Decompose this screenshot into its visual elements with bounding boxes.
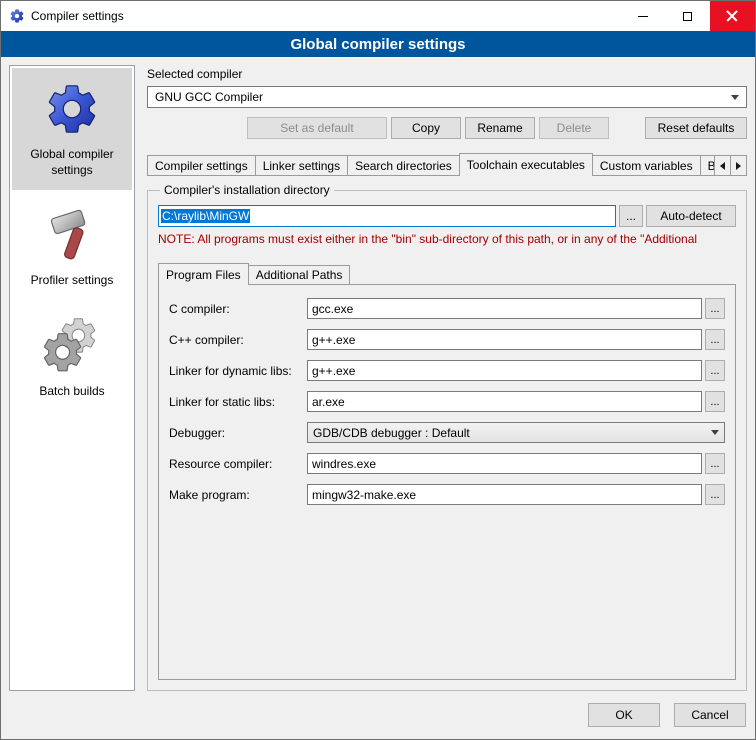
main-panel: Selected compiler GNU GCC Compiler Set a… — [147, 65, 747, 691]
cpp-compiler-input[interactable]: g++.exe — [307, 329, 702, 350]
dynamic-linker-label: Linker for dynamic libs: — [169, 364, 307, 378]
cpp-compiler-value: g++.exe — [312, 333, 355, 347]
form-row: Linker for dynamic libs: g++.exe ... — [169, 360, 725, 381]
blue-gear-icon — [43, 80, 101, 138]
ok-button[interactable]: OK — [588, 703, 660, 727]
c-compiler-value: gcc.exe — [312, 302, 353, 316]
tab-custom-variables[interactable]: Custom variables — [592, 155, 701, 175]
chevron-down-icon — [731, 95, 739, 100]
autodetect-button[interactable]: Auto-detect — [646, 205, 736, 227]
arrow-right-icon — [736, 162, 741, 170]
groupbox-title: Compiler's installation directory — [160, 183, 334, 197]
sidebar-item-label: Batch builds — [39, 384, 104, 400]
dialog-footer: OK Cancel — [1, 699, 755, 739]
dynamic-linker-browse-button[interactable]: ... — [705, 360, 725, 381]
settings-tabbar: Compiler settings Linker settings Search… — [147, 153, 747, 176]
sidebar-item-batch-builds[interactable]: Batch builds — [12, 305, 132, 412]
app-icon — [9, 8, 25, 24]
tab-linker-settings[interactable]: Linker settings — [255, 155, 348, 175]
form-row: C++ compiler: g++.exe ... — [169, 329, 725, 350]
tab-additional-paths[interactable]: Additional Paths — [248, 265, 351, 284]
install-dir-browse-button[interactable]: ... — [619, 205, 643, 227]
gray-gears-icon — [43, 317, 101, 375]
hammer-tool-icon — [43, 206, 101, 264]
static-linker-label: Linker for static libs: — [169, 395, 307, 409]
make-program-input[interactable]: mingw32-make.exe — [307, 484, 702, 505]
static-linker-value: ar.exe — [312, 395, 345, 409]
tab-scroll-right-button[interactable] — [730, 155, 747, 175]
delete-button[interactable]: Delete — [539, 117, 609, 139]
sidebar-item-label: Profiler settings — [31, 273, 114, 289]
titlebar: Compiler settings — [1, 1, 755, 31]
c-compiler-label: C compiler: — [169, 302, 307, 316]
tab-scroll-arrows — [715, 155, 747, 175]
close-button[interactable] — [710, 1, 755, 31]
chevron-down-icon — [711, 430, 719, 435]
program-files-page: C compiler: gcc.exe ... C++ compiler: g+… — [158, 284, 736, 680]
form-row: Resource compiler: windres.exe ... — [169, 453, 725, 474]
maximize-icon — [683, 12, 692, 21]
resource-compiler-label: Resource compiler: — [169, 457, 307, 471]
sidebar-item-global-compiler-settings[interactable]: Global compiler settings — [12, 68, 132, 190]
programs-tabbar: Program Files Additional Paths — [158, 263, 736, 284]
installation-directory-groupbox: Compiler's installation directory C:\ray… — [147, 183, 747, 691]
resource-compiler-browse-button[interactable]: ... — [705, 453, 725, 474]
dynamic-linker-input[interactable]: g++.exe — [307, 360, 702, 381]
compiler-actions: Set as default Copy Rename Delete Reset … — [147, 117, 747, 139]
tab-compiler-settings[interactable]: Compiler settings — [147, 155, 256, 175]
tab-toolchain-executables[interactable]: Toolchain executables — [459, 153, 593, 176]
install-dir-selected-text: C:\raylib\MinGW — [161, 209, 250, 223]
minimize-icon — [638, 16, 648, 17]
make-program-value: mingw32-make.exe — [312, 488, 416, 502]
cpp-compiler-label: C++ compiler: — [169, 333, 307, 347]
installation-directory-row: C:\raylib\MinGW ... Auto-detect — [158, 205, 736, 227]
copy-button[interactable]: Copy — [391, 117, 461, 139]
window-title: Compiler settings — [31, 9, 124, 23]
resource-compiler-input[interactable]: windres.exe — [307, 453, 702, 474]
dialog-header-title: Global compiler settings — [1, 31, 755, 57]
maximize-button[interactable] — [665, 1, 710, 31]
cancel-button[interactable]: Cancel — [674, 703, 746, 727]
selected-compiler-value: GNU GCC Compiler — [155, 90, 263, 104]
caption-buttons — [620, 1, 755, 31]
debugger-dropdown[interactable]: GDB/CDB debugger : Default — [307, 422, 725, 443]
make-program-browse-button[interactable]: ... — [705, 484, 725, 505]
resource-compiler-value: windres.exe — [312, 457, 376, 471]
selected-compiler-dropdown[interactable]: GNU GCC Compiler — [147, 86, 747, 108]
sidebar-item-label: Global compiler settings — [16, 147, 128, 178]
install-dir-input[interactable]: C:\raylib\MinGW — [158, 205, 616, 227]
rename-button[interactable]: Rename — [465, 117, 535, 139]
tab-scroll-left-button[interactable] — [714, 155, 731, 175]
make-program-label: Make program: — [169, 488, 307, 502]
static-linker-input[interactable]: ar.exe — [307, 391, 702, 412]
set-as-default-button[interactable]: Set as default — [247, 117, 387, 139]
c-compiler-browse-button[interactable]: ... — [705, 298, 725, 319]
form-row: C compiler: gcc.exe ... — [169, 298, 725, 319]
bin-subdirectory-note: NOTE: All programs must exist either in … — [158, 232, 736, 246]
sidebar-item-profiler-settings[interactable]: Profiler settings — [12, 194, 132, 301]
reset-defaults-button[interactable]: Reset defaults — [645, 117, 747, 139]
form-row: Debugger: GDB/CDB debugger : Default — [169, 422, 725, 443]
dynamic-linker-value: g++.exe — [312, 364, 355, 378]
tab-search-directories[interactable]: Search directories — [347, 155, 460, 175]
static-linker-browse-button[interactable]: ... — [705, 391, 725, 412]
form-row: Make program: mingw32-make.exe ... — [169, 484, 725, 505]
debugger-label: Debugger: — [169, 426, 307, 440]
compiler-settings-window: Compiler settings Global compiler settin… — [0, 0, 756, 740]
form-row: Linker for static libs: ar.exe ... — [169, 391, 725, 412]
selected-compiler-label: Selected compiler — [147, 67, 747, 81]
debugger-value: GDB/CDB debugger : Default — [313, 426, 470, 440]
arrow-left-icon — [720, 162, 725, 170]
cpp-compiler-browse-button[interactable]: ... — [705, 329, 725, 350]
minimize-button[interactable] — [620, 1, 665, 31]
tab-program-files[interactable]: Program Files — [158, 263, 249, 285]
c-compiler-input[interactable]: gcc.exe — [307, 298, 702, 319]
category-sidebar: Global compiler settings Profiler settin… — [9, 65, 135, 691]
dialog-content: Global compiler settings Profiler settin… — [1, 57, 755, 699]
